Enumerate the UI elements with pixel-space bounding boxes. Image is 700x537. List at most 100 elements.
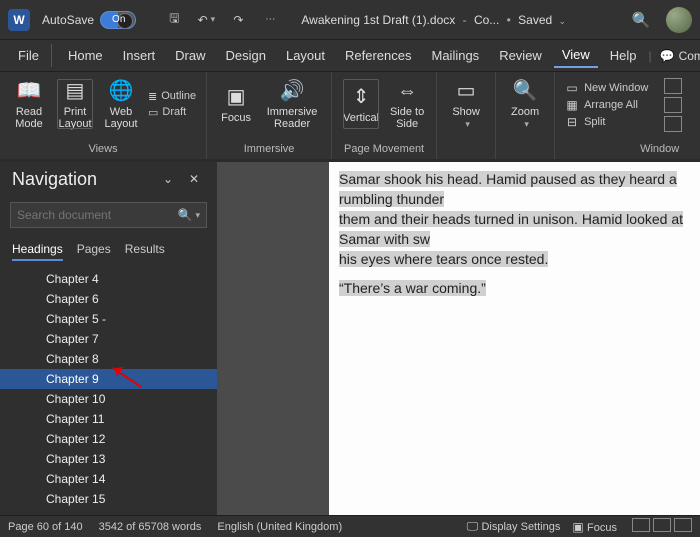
read-mode-button[interactable]: 📖Read Mode — [10, 78, 48, 130]
reset-pos-icon[interactable] — [664, 116, 682, 132]
arrange-all-button[interactable]: ▦Arrange All — [565, 98, 648, 112]
navigation-tabs: Headings Pages Results — [0, 234, 217, 265]
heading-item[interactable]: Chapter 4 — [0, 269, 217, 289]
heading-item[interactable]: Chapter 6 — [0, 289, 217, 309]
comment-icon: 💬 — [660, 49, 675, 63]
save-icon[interactable]: 🖫 — [161, 7, 187, 33]
show-button[interactable]: ▭Show▾ — [447, 78, 485, 130]
view-side-icon[interactable] — [664, 78, 682, 94]
view-buttons[interactable] — [629, 518, 692, 535]
document-page[interactable]: Samar shook his head. Hamid paused as th… — [329, 162, 700, 515]
document-text[interactable]: Samar shook his head. Hamid paused as th… — [339, 171, 677, 207]
window-icons[interactable] — [664, 78, 682, 132]
ribbon-group-views: 📖Read Mode ▤Print Layout 🌐Web Layout ≣Ou… — [0, 72, 207, 159]
heading-item[interactable]: Chapter 11 — [0, 409, 217, 429]
status-word-count[interactable]: 3542 of 65708 words — [99, 521, 202, 533]
side-to-side-button[interactable]: ⇔Side to Side — [388, 78, 426, 130]
heading-item[interactable]: Chapter 5 - — [0, 309, 217, 329]
menu-help[interactable]: Help — [602, 44, 645, 67]
navigation-pane: Navigation ⌄ ✕ 🔍▾ Headings Pages Results… — [0, 162, 217, 515]
read-view-icon[interactable] — [632, 518, 650, 532]
comments-button[interactable]: 💬 Comments — [660, 49, 700, 63]
document-text[interactable]: them and their heads turned in unison. H… — [339, 211, 683, 247]
chevron-down-icon[interactable]: ⌄ — [559, 16, 567, 26]
word-app-icon: W — [8, 9, 30, 31]
status-bar: Page 60 of 140 3542 of 65708 words Engli… — [0, 515, 700, 537]
new-window-button[interactable]: ▭New Window — [565, 81, 648, 95]
group-label: Window — [565, 141, 700, 157]
document-text[interactable]: his eyes where tears once rested. — [339, 251, 548, 267]
focus-icon: ▣ — [227, 84, 246, 110]
chevron-down-icon: ▾ — [524, 120, 529, 130]
document-area[interactable]: Samar shook his head. Hamid paused as th… — [217, 162, 700, 515]
navigation-title: Navigation — [12, 169, 153, 190]
side-icon: ⇔ — [397, 78, 417, 104]
tab-pages[interactable]: Pages — [77, 242, 111, 261]
menu-draw[interactable]: Draw — [167, 44, 213, 67]
split-button[interactable]: ⊟Split — [565, 115, 648, 129]
group-label: Page Movement — [342, 141, 426, 157]
undo-icon[interactable]: ↶▾ — [193, 7, 219, 33]
chevron-down-icon[interactable]: ⌄ — [157, 168, 179, 190]
menu-design[interactable]: Design — [218, 44, 274, 67]
menu-mailings[interactable]: Mailings — [424, 44, 488, 67]
ribbon-group-immersive: ▣Focus 🔊Immersive Reader Immersive — [207, 72, 332, 159]
heading-item[interactable]: Chapter 14 — [0, 469, 217, 489]
search-input[interactable] — [17, 208, 178, 222]
heading-item[interactable]: Chapter 15 — [0, 489, 217, 509]
search-icon[interactable]: 🔍 — [628, 7, 654, 33]
search-document[interactable]: 🔍▾ — [10, 202, 207, 228]
close-icon[interactable]: ✕ — [183, 168, 205, 190]
vertical-icon: ⇕ — [353, 84, 370, 110]
user-avatar[interactable] — [666, 7, 692, 33]
focus-button[interactable]: ▣ Focus — [572, 520, 617, 534]
heading-item[interactable]: Chapter 12 — [0, 429, 217, 449]
draft-button[interactable]: ▭Draft — [148, 106, 196, 119]
menu-home[interactable]: Home — [60, 44, 111, 67]
search-icon[interactable]: 🔍 — [178, 208, 193, 222]
reader-icon: 🔊 — [280, 78, 305, 104]
web-layout-button[interactable]: 🌐Web Layout — [102, 78, 140, 130]
headings-list: Chapter 4Chapter 6Chapter 5 -Chapter 7 Ch… — [0, 265, 217, 515]
quickaccess-overflow-icon[interactable]: ⋯ — [257, 7, 283, 33]
chevron-down-icon[interactable]: ▾ — [195, 210, 200, 221]
outline-icon: ≣ — [148, 90, 157, 103]
focus-button[interactable]: ▣Focus — [217, 78, 255, 130]
divider: | — [649, 49, 652, 63]
heading-item[interactable]: Chapter 13 — [0, 449, 217, 469]
print-view-icon[interactable] — [653, 518, 671, 532]
autosave-state: On — [112, 14, 125, 25]
menu-view[interactable]: View — [554, 43, 598, 68]
menu-file[interactable]: File — [10, 44, 52, 67]
outline-button[interactable]: ≣Outline — [148, 90, 196, 103]
status-page[interactable]: Page 60 of 140 — [8, 521, 83, 533]
ribbon: 📖Read Mode ▤Print Layout 🌐Web Layout ≣Ou… — [0, 72, 700, 162]
menu-review[interactable]: Review — [491, 44, 550, 67]
tab-results[interactable]: Results — [125, 242, 165, 261]
document-text[interactable]: “There’s a war coming.” — [339, 280, 486, 296]
vertical-button[interactable]: ⇕Vertical — [342, 78, 380, 130]
redo-icon[interactable]: ↷ — [225, 7, 251, 33]
tab-headings[interactable]: Headings — [12, 242, 63, 261]
display-settings-button[interactable]: 🖵 Display Settings — [467, 519, 561, 534]
group-label: Views — [10, 141, 196, 157]
magnifier-icon: 🔍 — [513, 78, 538, 104]
ribbon-group-show: ▭Show▾ — [437, 72, 495, 159]
menu-insert[interactable]: Insert — [115, 44, 164, 67]
zoom-button[interactable]: 🔍Zoom▾ — [506, 78, 544, 130]
print-layout-button[interactable]: ▤Print Layout — [56, 78, 94, 130]
autosave-toggle[interactable]: AutoSave On — [42, 11, 155, 29]
menu-layout[interactable]: Layout — [278, 44, 333, 67]
heading-item[interactable]: Chapter 7 — [0, 329, 217, 349]
status-language[interactable]: English (United Kingdom) — [217, 521, 342, 533]
menu-references[interactable]: References — [337, 44, 419, 67]
heading-item[interactable]: Chapter 10 — [0, 389, 217, 409]
immersive-reader-button[interactable]: 🔊Immersive Reader — [263, 78, 321, 130]
heading-item[interactable]: Chapter 9 — [0, 369, 217, 389]
sync-scroll-icon[interactable] — [664, 97, 682, 113]
book-icon: 📖 — [17, 78, 42, 104]
autosave-label: AutoSave — [42, 13, 94, 27]
web-view-icon[interactable] — [674, 518, 692, 532]
chevron-down-icon: ▾ — [465, 120, 470, 130]
document-title[interactable]: Awakening 1st Draft (1).docx - Co... • S… — [301, 13, 566, 27]
